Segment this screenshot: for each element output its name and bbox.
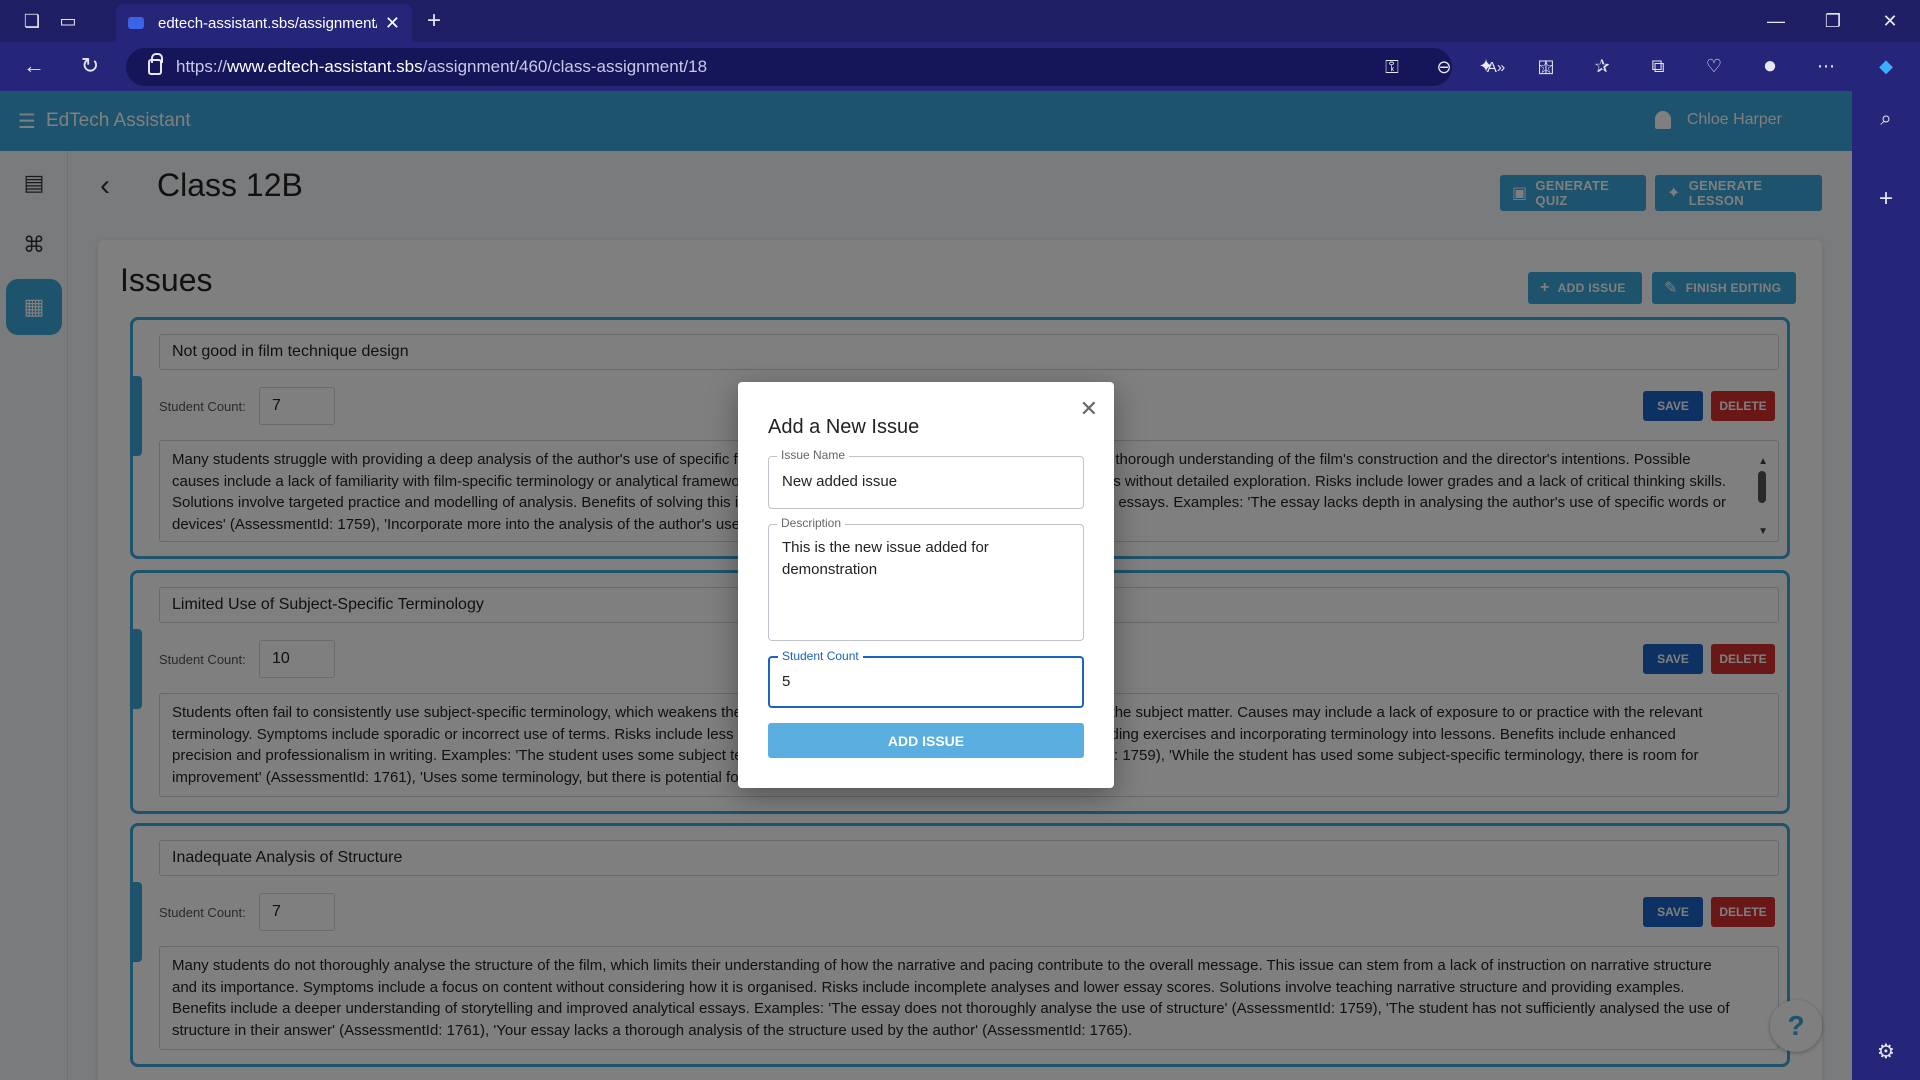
- student-count-field[interactable]: Student Count 5: [768, 649, 1084, 708]
- favicon-icon: [128, 17, 144, 29]
- profile-icon[interactable]: ●: [1754, 50, 1786, 82]
- add-issue-submit-button[interactable]: ADD ISSUE: [768, 723, 1084, 758]
- close-icon[interactable]: ✕: [1080, 396, 1098, 422]
- extensions-icon[interactable]: ✦: [1470, 50, 1502, 82]
- description-value: This is the new issue added for demonstr…: [782, 539, 989, 578]
- browser-tab-bar: ❏ ▭ edtech-assistant.sbs/assignment/ ✕ +…: [0, 0, 1920, 42]
- back-icon[interactable]: ←: [18, 50, 50, 82]
- student-count-value: 5: [782, 673, 791, 690]
- tab-actions-icon[interactable]: ▭: [52, 5, 84, 37]
- issue-name-value: New added issue: [782, 473, 898, 490]
- refresh-icon[interactable]: ↻: [74, 50, 106, 82]
- key-icon[interactable]: ⚿: [1376, 51, 1408, 83]
- sidebar-search-icon[interactable]: ⌕: [1870, 103, 1902, 135]
- sidebar-settings-icon[interactable]: ⚙: [1870, 1035, 1902, 1067]
- browser-essentials-icon[interactable]: ♡: [1698, 50, 1730, 82]
- description-field[interactable]: Description This is the new issue added …: [768, 516, 1084, 641]
- browser-tab[interactable]: edtech-assistant.sbs/assignment/ ✕: [116, 4, 412, 42]
- split-screen-icon[interactable]: ◫: [1530, 50, 1562, 82]
- tab-close-icon[interactable]: ✕: [385, 13, 400, 34]
- issue-name-field[interactable]: Issue Name New added issue: [768, 448, 1084, 509]
- issue-name-label: Issue Name: [777, 448, 850, 462]
- copilot-icon[interactable]: ◆: [1870, 50, 1902, 82]
- zoom-icon[interactable]: ⊖: [1428, 51, 1460, 83]
- minimize-icon[interactable]: —: [1760, 5, 1792, 37]
- add-issue-dialog: ✕ Add a New Issue Issue Name New added i…: [738, 382, 1114, 788]
- restore-icon[interactable]: ❐: [1817, 5, 1849, 37]
- close-window-icon[interactable]: ✕: [1874, 5, 1906, 37]
- collections-icon[interactable]: ⧉: [1642, 50, 1674, 82]
- tab-title: edtech-assistant.sbs/assignment/: [158, 14, 377, 32]
- new-tab-icon[interactable]: +: [418, 5, 450, 37]
- lock-icon: [148, 53, 163, 75]
- more-icon[interactable]: ⋯: [1810, 50, 1842, 82]
- address-bar[interactable]: https://www.edtech-assistant.sbs/assignm…: [126, 48, 1554, 86]
- workspaces-icon[interactable]: ❏: [16, 5, 48, 37]
- dialog-title: Add a New Issue: [768, 416, 920, 438]
- edge-sidebar: ⌕ + ⚙: [1852, 91, 1920, 1080]
- favorites-icon[interactable]: ✰: [1586, 50, 1618, 82]
- url-text: https://www.edtech-assistant.sbs/assignm…: [176, 57, 708, 76]
- description-label: Description: [777, 516, 846, 530]
- sidebar-add-icon[interactable]: +: [1870, 183, 1902, 215]
- student-count-field-label: Student Count: [778, 649, 863, 663]
